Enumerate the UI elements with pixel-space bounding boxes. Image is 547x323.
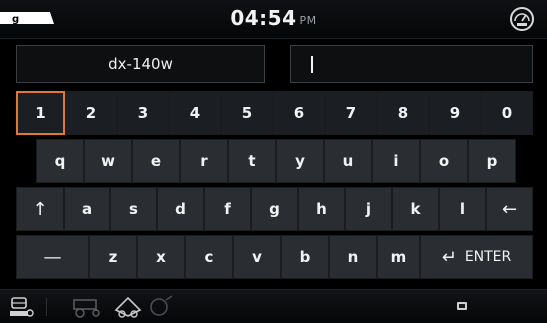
key-6[interactable]: 6 — [273, 91, 325, 135]
dash-key[interactable]: — — [16, 235, 89, 279]
key-u[interactable]: u — [324, 139, 372, 183]
key-m[interactable]: m — [377, 235, 420, 279]
onscreen-keyboard: 1 2 3 4 5 6 7 8 9 0 q w e r t y u i o p … — [0, 88, 547, 285]
text-cursor — [311, 56, 313, 73]
entry-field[interactable] — [290, 45, 533, 83]
key-x[interactable]: x — [137, 235, 185, 279]
shift-arrow-icon: ↑ — [32, 198, 48, 220]
key-k[interactable]: k — [392, 187, 439, 231]
key-o[interactable]: o — [420, 139, 468, 183]
key-c[interactable]: c — [185, 235, 233, 279]
key-w[interactable]: w — [84, 139, 132, 183]
key-0[interactable]: 0 — [481, 91, 533, 135]
dash-glyph: — — [43, 246, 62, 268]
backspace-arrow-icon: ← — [501, 198, 518, 220]
key-l[interactable]: l — [439, 187, 486, 231]
key-i[interactable]: i — [372, 139, 420, 183]
key-r[interactable]: r — [180, 139, 228, 183]
backspace-key[interactable]: ← — [486, 187, 533, 231]
bottom-bar — [0, 289, 547, 323]
key-8[interactable]: 8 — [377, 91, 429, 135]
key-5[interactable]: 5 — [221, 91, 273, 135]
settings-icon[interactable] — [146, 294, 176, 320]
screen: g 04:54 PM dx-140w 1 2 3 4 5 6 7 8 9 0 q … — [0, 0, 547, 323]
key-a[interactable]: a — [64, 187, 110, 231]
key-p[interactable]: p — [468, 139, 516, 183]
enter-return-icon: ↵ — [441, 246, 457, 268]
shift-key[interactable]: ↑ — [16, 187, 64, 231]
key-f[interactable]: f — [204, 187, 251, 231]
model-field-value: dx-140w — [108, 55, 173, 73]
key-q[interactable]: q — [36, 139, 84, 183]
clock: 04:54 PM — [0, 6, 547, 30]
tractor-icon[interactable] — [70, 296, 110, 318]
enter-label: ENTER — [464, 249, 512, 265]
clock-time: 04:54 — [230, 6, 297, 30]
key-9[interactable]: 9 — [429, 91, 481, 135]
key-j[interactable]: j — [345, 187, 392, 231]
clock-ampm: PM — [299, 14, 317, 27]
key-1[interactable]: 1 — [16, 91, 65, 135]
machine-icon[interactable] — [8, 294, 36, 320]
key-z[interactable]: z — [89, 235, 137, 279]
key-4[interactable]: 4 — [169, 91, 221, 135]
sim-card-icon[interactable] — [455, 299, 469, 313]
model-field[interactable]: dx-140w — [16, 45, 265, 83]
key-g[interactable]: g — [251, 187, 298, 231]
key-b[interactable]: b — [281, 235, 329, 279]
key-2[interactable]: 2 — [65, 91, 117, 135]
key-v[interactable]: v — [233, 235, 281, 279]
key-s[interactable]: s — [110, 187, 157, 231]
implement-icon[interactable] — [112, 294, 146, 320]
key-h[interactable]: h — [298, 187, 345, 231]
enter-key[interactable]: ↵ ENTER — [420, 235, 533, 279]
key-3[interactable]: 3 — [117, 91, 169, 135]
key-t[interactable]: t — [228, 139, 276, 183]
divider — [46, 298, 47, 316]
key-e[interactable]: e — [132, 139, 180, 183]
key-d[interactable]: d — [157, 187, 204, 231]
status-bar: g 04:54 PM — [0, 0, 547, 39]
key-n[interactable]: n — [329, 235, 377, 279]
gauge-icon[interactable] — [507, 4, 537, 34]
key-y[interactable]: y — [276, 139, 324, 183]
key-7[interactable]: 7 — [325, 91, 377, 135]
